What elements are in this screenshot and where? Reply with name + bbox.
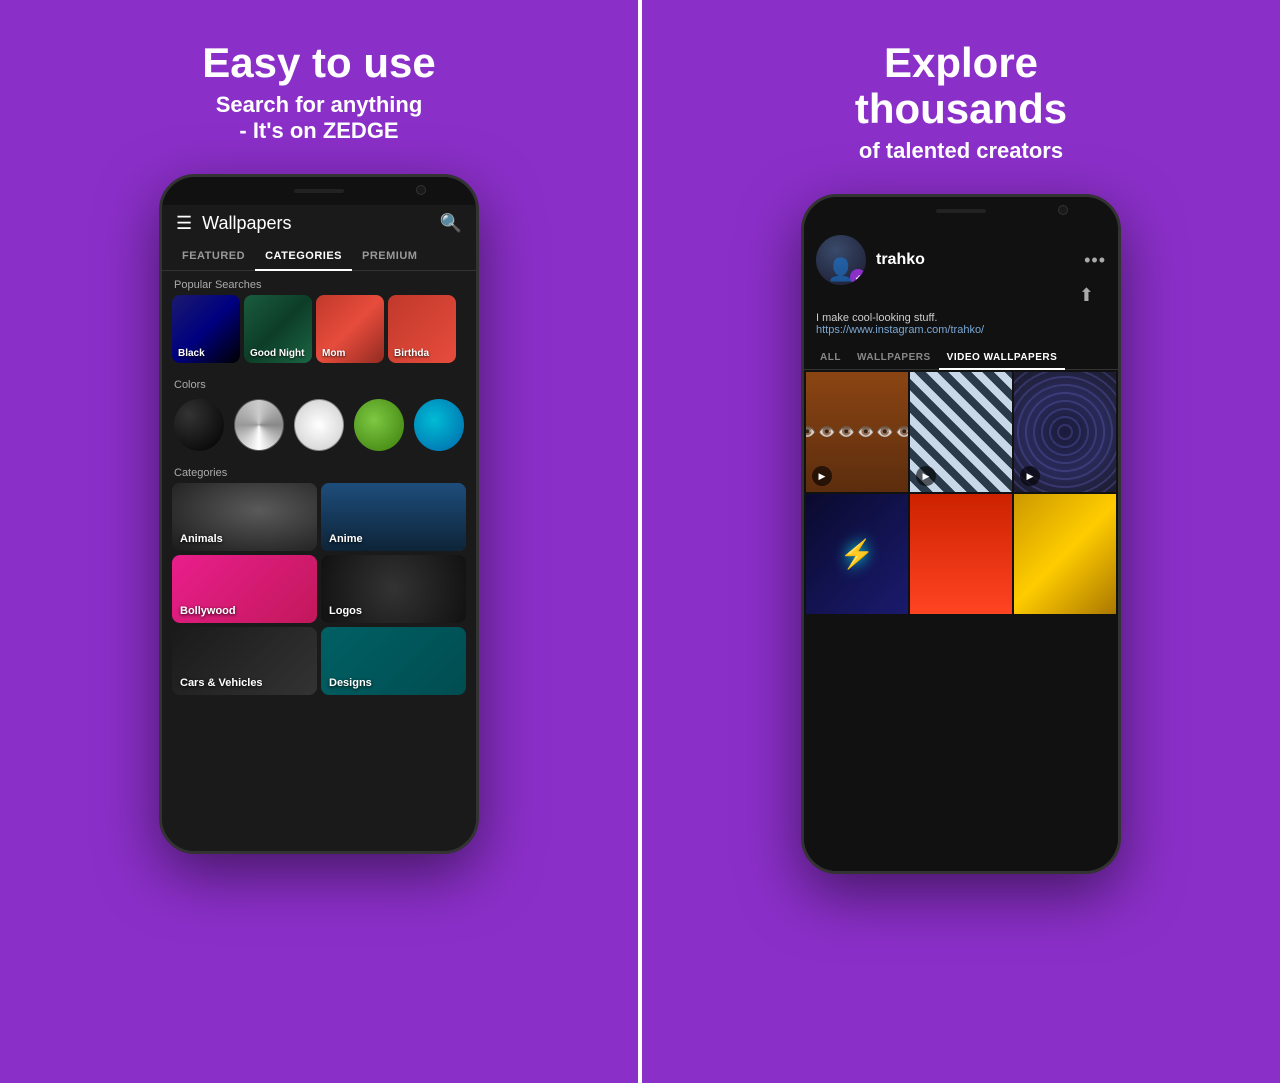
video-icon-3: ▶	[1020, 466, 1040, 486]
tabs-row: FEATURED CATEGORIES PREMIUM	[162, 242, 476, 271]
cat-logos-label: Logos	[329, 605, 362, 617]
right-power-btn	[1119, 317, 1121, 357]
phone-camera	[416, 185, 426, 195]
tile-black-label: Black	[178, 348, 205, 359]
tile-mom-label: Mom	[322, 348, 345, 359]
cat-bollywood-label: Bollywood	[180, 605, 236, 617]
tab-all[interactable]: ALL	[812, 346, 849, 369]
wallpaper-thumb-eyes[interactable]: ▶	[806, 372, 908, 492]
tile-mom[interactable]: Mom	[316, 295, 384, 363]
tab-featured[interactable]: FEATURED	[172, 242, 255, 270]
cat-designs-label: Designs	[329, 677, 372, 689]
phone-notch	[162, 177, 476, 205]
video-icon-2: ▶	[916, 466, 936, 486]
right-vol-down	[801, 337, 803, 367]
wallpaper-thumb-neon[interactable]	[806, 494, 908, 614]
video-icon-1: ▶	[812, 466, 832, 486]
phone-speaker	[294, 189, 344, 193]
wallpaper-thumb-stripes[interactable]: ▶	[910, 372, 1012, 492]
cat-bollywood[interactable]: Bollywood	[172, 555, 317, 623]
power-btn	[477, 297, 479, 337]
colors-label: Colors	[162, 371, 476, 395]
color-chrome[interactable]	[234, 399, 284, 451]
phone-screen-left: ☰ Wallpapers 🔍 FEATURED CATEGORIES PREMI…	[162, 205, 476, 851]
left-panel: Easy to use Search for anything- It's on…	[0, 0, 642, 1083]
right-headline: Explorethousands	[855, 40, 1067, 132]
wallpaper-thumb-spiral[interactable]: ▶	[1014, 372, 1116, 492]
wallpaper-grid: ▶ ▶ ▶	[804, 370, 1118, 616]
search-icon[interactable]: 🔍	[440, 213, 462, 234]
creator-name: trahko	[876, 251, 1074, 269]
color-blue[interactable]	[414, 399, 464, 451]
tab-categories[interactable]: CATEGORIES	[255, 242, 352, 270]
vol-down-btn	[159, 317, 161, 347]
tab-premium[interactable]: PREMIUM	[352, 242, 427, 270]
verified-badge: ✓	[850, 269, 866, 285]
cat-anime-label: Anime	[329, 533, 363, 545]
wallpaper-thumb-gold[interactable]	[1014, 494, 1116, 614]
left-subheadline: Search for anything- It's on ZEDGE	[216, 92, 423, 144]
tab-wallpapers[interactable]: WALLPAPERS	[849, 346, 939, 369]
tile-goodnight-label: Good Night	[250, 348, 304, 359]
cat-logos[interactable]: Logos	[321, 555, 466, 623]
right-phone-camera	[1058, 205, 1068, 215]
cat-animals-label: Animals	[180, 533, 223, 545]
app-title: Wallpapers	[202, 213, 429, 234]
color-black[interactable]	[174, 399, 224, 451]
categories-grid: Animals Anime Bollywood Logos Cars & Veh…	[162, 483, 476, 695]
right-phone-frame: ✓ trahko ••• ⬆ I make cool-looking stuff…	[801, 194, 1121, 874]
color-circles	[162, 395, 476, 459]
tile-birthday[interactable]: Birthda	[388, 295, 456, 363]
cat-anime[interactable]: Anime	[321, 483, 466, 551]
hamburger-icon[interactable]: ☰	[176, 213, 192, 234]
content-tabs: ALL WALLPAPERS VIDEO WALLPAPERS	[804, 346, 1118, 370]
right-phone-notch	[804, 197, 1118, 225]
app-topbar: ☰ Wallpapers 🔍	[162, 205, 476, 242]
cat-animals[interactable]: Animals	[172, 483, 317, 551]
cat-designs[interactable]: Designs	[321, 627, 466, 695]
right-panel: Explorethousands of talented creators ✓ …	[642, 0, 1280, 1083]
color-white[interactable]	[294, 399, 344, 451]
more-options-icon[interactable]: •••	[1084, 250, 1106, 271]
right-phone-screen: ✓ trahko ••• ⬆ I make cool-looking stuff…	[804, 225, 1118, 871]
wallpaper-thumb-red[interactable]	[910, 494, 1012, 614]
right-phone-speaker	[936, 209, 986, 213]
cat-cars[interactable]: Cars & Vehicles	[172, 627, 317, 695]
tab-video-wallpapers[interactable]: VIDEO WALLPAPERS	[939, 346, 1066, 369]
creator-bio: I make cool-looking stuff. https://www.i…	[804, 310, 1118, 340]
tile-goodnight[interactable]: Good Night	[244, 295, 312, 363]
color-green[interactable]	[354, 399, 404, 451]
creator-avatar: ✓	[816, 235, 866, 285]
categories-label: Categories	[162, 459, 476, 483]
tile-black[interactable]: Black	[172, 295, 240, 363]
cat-cars-label: Cars & Vehicles	[180, 677, 263, 689]
left-phone-frame: ☰ Wallpapers 🔍 FEATURED CATEGORIES PREMI…	[159, 174, 479, 854]
vol-up-btn	[159, 277, 161, 307]
creator-link[interactable]: https://www.instagram.com/trahko/	[816, 324, 1106, 336]
left-headline: Easy to use	[202, 40, 435, 86]
share-button[interactable]: ⬆	[1067, 285, 1106, 305]
right-subheadline: of talented creators	[859, 138, 1063, 164]
search-tiles: Black Good Night Mom Birthda	[162, 295, 476, 371]
tile-birthday-label: Birthda	[394, 348, 429, 359]
popular-searches-label: Popular Searches	[162, 271, 476, 295]
right-vol-up	[801, 297, 803, 327]
creator-bio-text: I make cool-looking stuff.	[816, 312, 1106, 324]
